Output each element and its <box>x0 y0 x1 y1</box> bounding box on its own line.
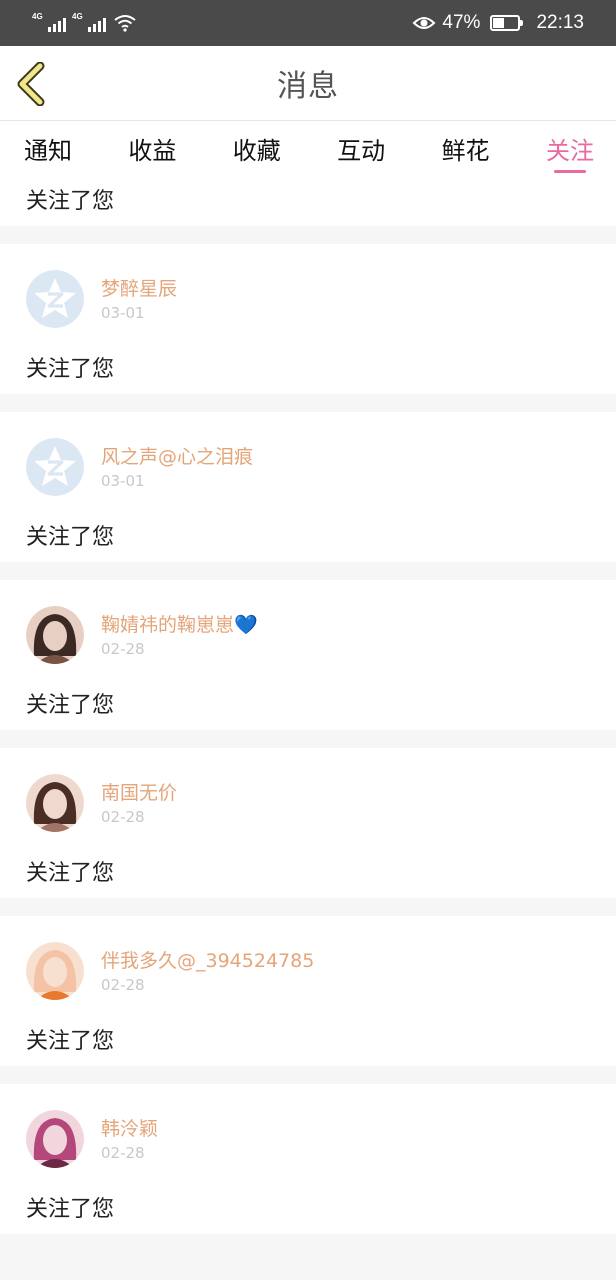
default-avatar-icon <box>26 438 84 496</box>
avatar[interactable] <box>26 270 84 328</box>
notification-message: 关注了您 <box>26 861 115 886</box>
status-right: 47% 22:13 <box>412 12 584 34</box>
user-photo-avatar <box>26 606 84 664</box>
username-link[interactable]: 鞠婧祎的鞠崽崽💙 <box>101 610 258 637</box>
back-button[interactable] <box>14 61 50 107</box>
notification-message: 关注了您 <box>26 1029 115 1054</box>
user-photo-avatar <box>26 1110 84 1168</box>
signal-icon: 4G <box>32 12 66 32</box>
default-avatar-icon <box>26 270 84 328</box>
eye-icon <box>413 17 436 29</box>
tab-label: 收藏 <box>232 137 281 165</box>
network-type-label: 4G <box>32 12 43 21</box>
notification-item[interactable]: 梦醉星辰 03-01 关注了您 <box>0 244 616 394</box>
active-tab-indicator <box>553 170 586 173</box>
avatar[interactable] <box>26 942 84 1000</box>
status-left: 4G 4G <box>32 12 136 32</box>
wifi-icon <box>114 15 136 32</box>
notification-date: 02-28 <box>101 808 145 826</box>
notification-date: 03-01 <box>101 472 145 490</box>
status-bar: 4G 4G 47% 22:13 <box>0 0 616 46</box>
header: 消息 <box>0 46 616 121</box>
tab-earnings[interactable]: 收益 <box>128 121 176 176</box>
username-link[interactable]: 韩泠颖 <box>101 1114 158 1141</box>
notification-message: 关注了您 <box>26 693 115 718</box>
page-title: 消息 <box>277 69 339 104</box>
notification-message: 关注了您 <box>26 525 115 550</box>
notification-item[interactable]: 风之声@心之泪痕 03-01 关注了您 <box>0 412 616 562</box>
signal-icon: 4G <box>72 12 106 32</box>
tab-label: 收益 <box>128 137 177 165</box>
notification-date: 02-28 <box>101 1144 145 1162</box>
notification-message: 关注了您 <box>26 1197 115 1222</box>
notification-item[interactable]: 鞠婧祎的鞠崽崽💙 02-28 关注了您 <box>0 580 616 730</box>
notification-item[interactable]: 韩泠颖 02-28 关注了您 <box>0 1084 616 1234</box>
notification-item[interactable]: 伴我多久@_394524785 02-28 关注了您 <box>0 916 616 1066</box>
avatar[interactable] <box>26 1110 84 1168</box>
user-photo-avatar <box>26 774 84 832</box>
avatar[interactable] <box>26 606 84 664</box>
notification-message: 关注了您 <box>26 357 115 382</box>
username-link[interactable]: 风之声@心之泪痕 <box>101 442 253 469</box>
tab-following[interactable]: 关注 <box>546 121 594 176</box>
notification-item[interactable]: 03-01 关注了您 <box>0 176 616 226</box>
tab-label: 鲜花 <box>441 137 490 165</box>
battery-icon <box>490 15 524 31</box>
notification-date: 02-28 <box>101 640 145 658</box>
chevron-left-icon <box>17 61 45 107</box>
username-link[interactable]: 南国无价 <box>101 778 177 805</box>
tab-label: 互动 <box>337 137 386 165</box>
user-photo-avatar <box>26 942 84 1000</box>
tab-interactions[interactable]: 互动 <box>337 121 385 176</box>
tab-flowers[interactable]: 鲜花 <box>442 121 490 176</box>
notification-date: 02-28 <box>101 976 145 994</box>
notification-item[interactable]: 南国无价 02-28 关注了您 <box>0 748 616 898</box>
tab-label: 通知 <box>24 137 72 165</box>
username-link[interactable]: 梦醉星辰 <box>101 274 177 301</box>
notification-date: 03-01 <box>101 304 145 322</box>
tab-bar: 通知 收益 收藏 互动 鲜花 关注 <box>0 121 616 176</box>
notification-message: 关注了您 <box>26 189 115 214</box>
network-type-label: 4G <box>72 12 83 21</box>
avatar[interactable] <box>26 774 84 832</box>
clock: 22:13 <box>536 12 584 33</box>
avatar[interactable] <box>26 438 84 496</box>
tab-favorites[interactable]: 收藏 <box>233 121 281 176</box>
battery-percent: 47% <box>442 12 481 33</box>
tab-notifications[interactable]: 通知 <box>24 121 72 176</box>
tab-label: 关注 <box>545 137 594 165</box>
username-link[interactable]: 伴我多久@_394524785 <box>101 946 314 973</box>
notification-list[interactable]: 03-01 关注了您 梦醉星辰 03-01 关注了您 风之声@心之泪痕 03-0… <box>0 176 616 1280</box>
